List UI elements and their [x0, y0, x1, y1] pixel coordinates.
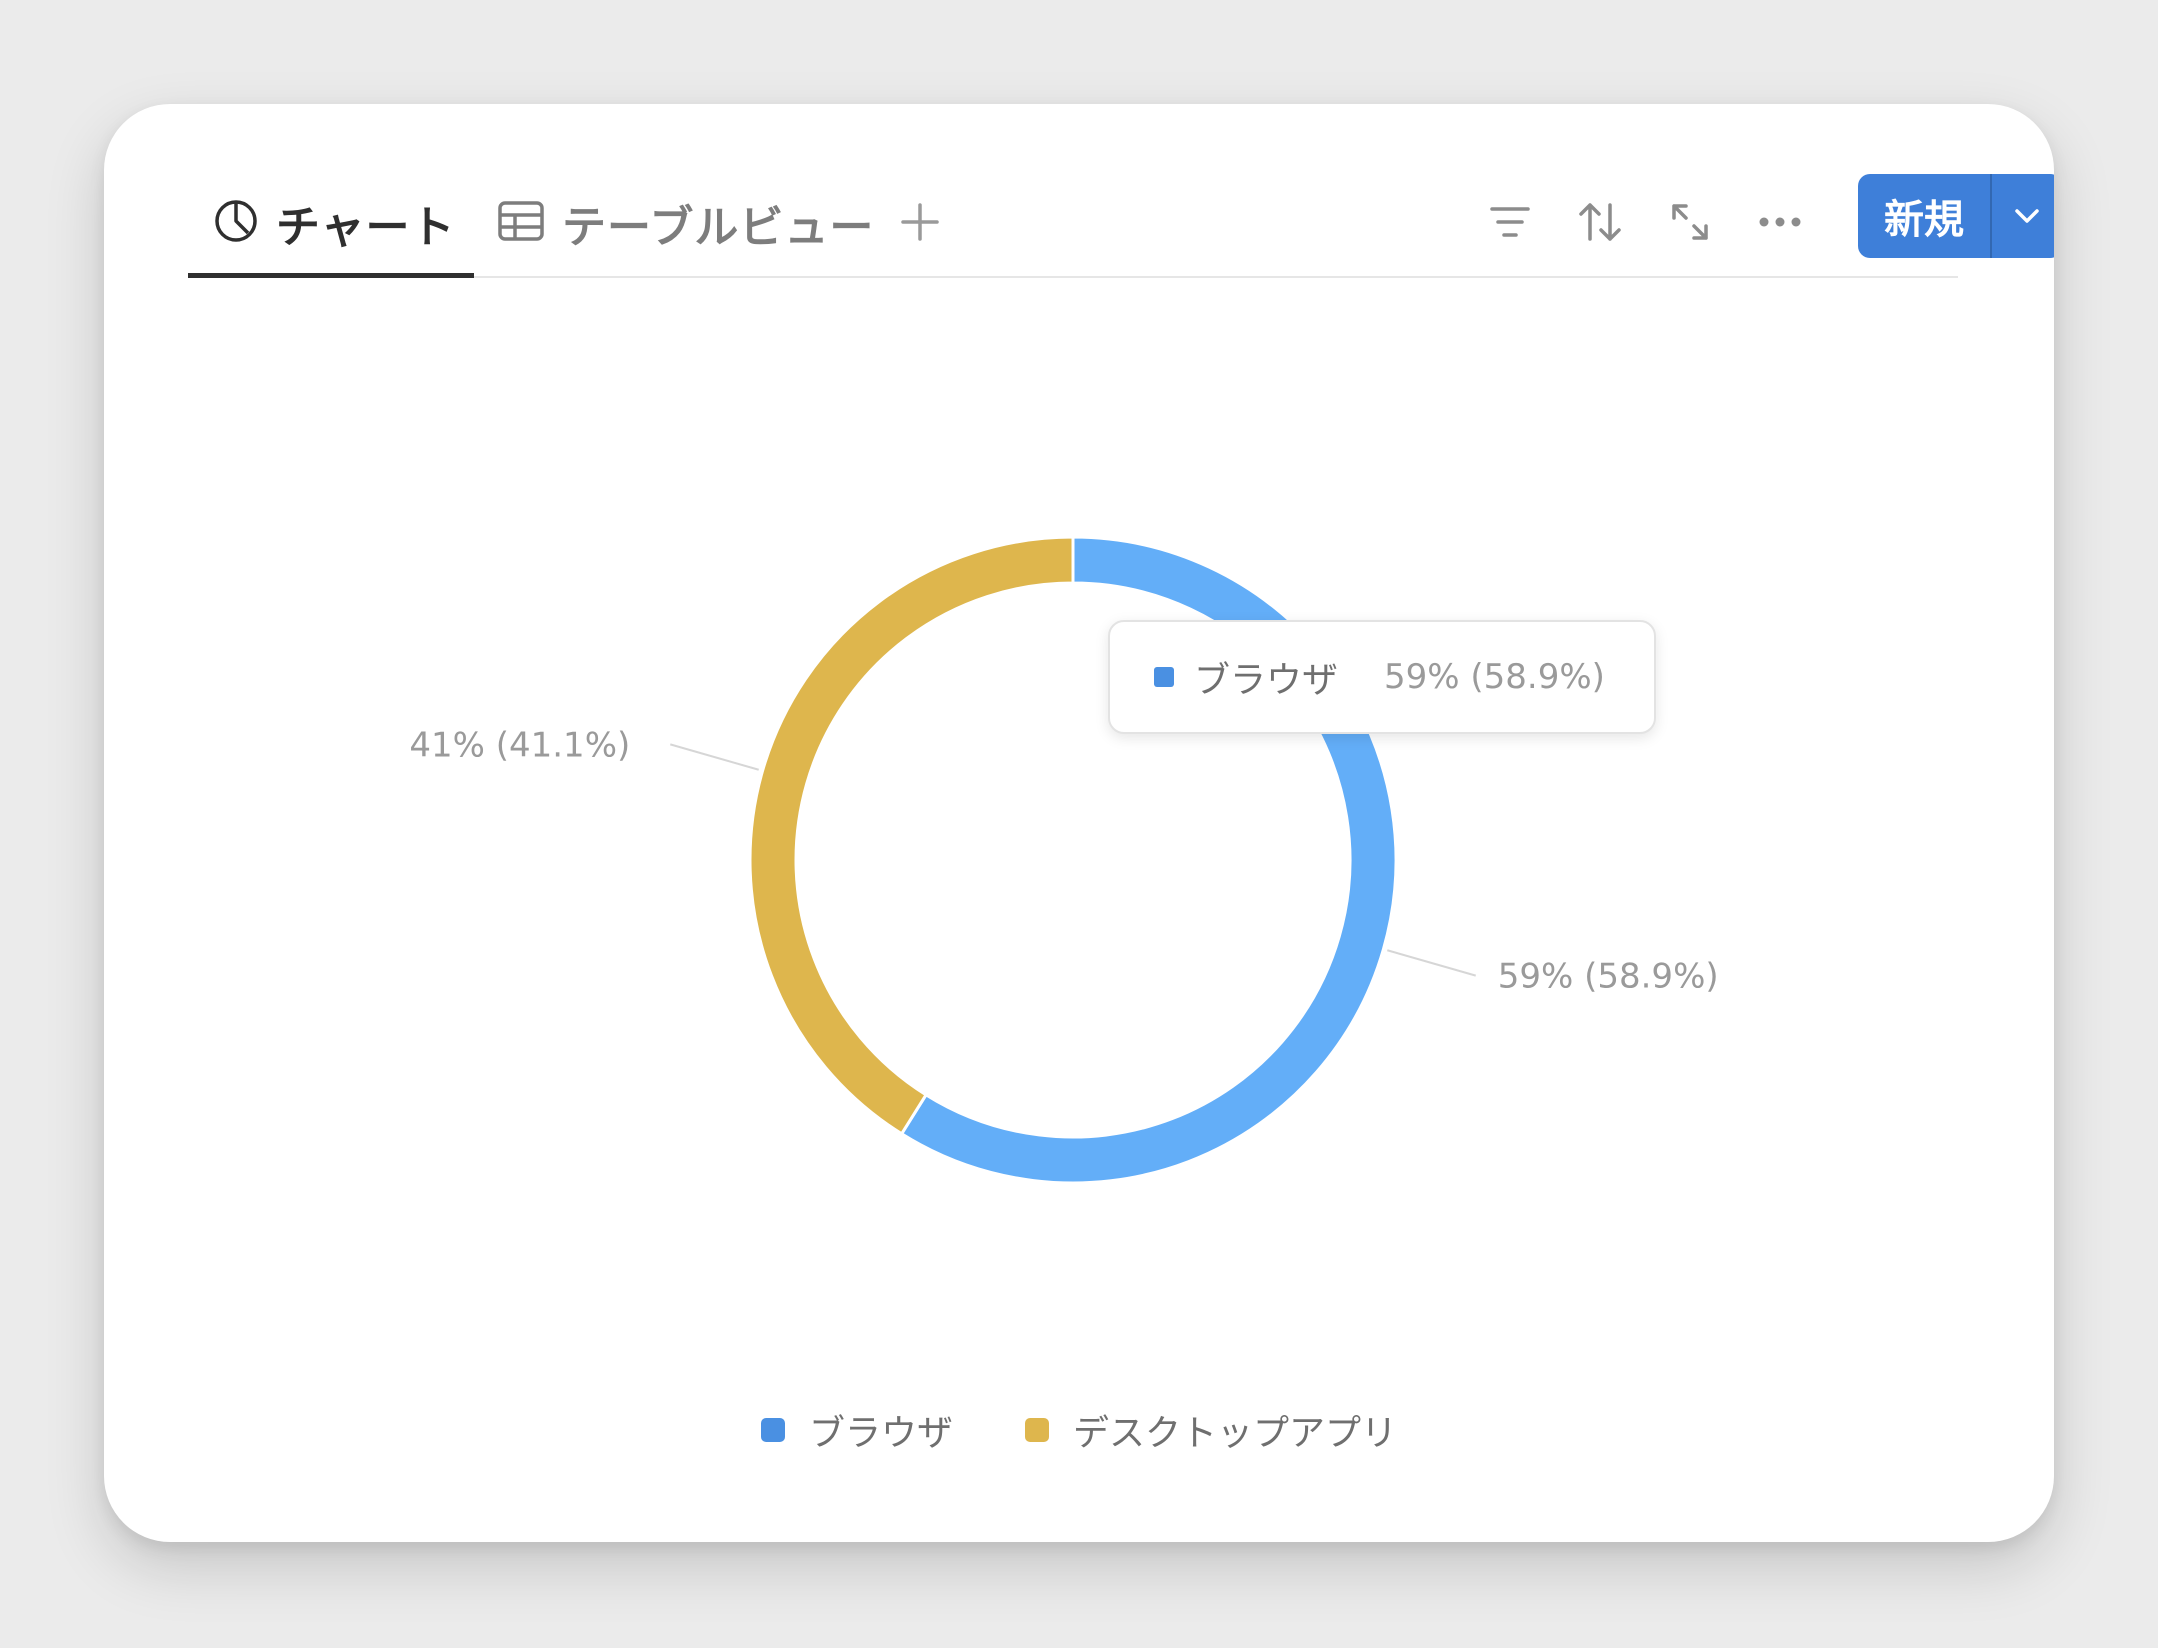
leader-line-desktop-app [669, 743, 759, 771]
slice-label-desktop-app: 41% (41.1%) [409, 725, 630, 765]
legend-label-desktop-app: デスクトップアプリ [1073, 1413, 1398, 1454]
legend-item-desktop-app[interactable]: デスクトップアプリ [1025, 1404, 1397, 1456]
leader-line-browser [1387, 949, 1477, 977]
donut-slice-desktop-app[interactable] [748, 535, 1075, 1136]
donut-chart: 59% (58.9%) 41% (41.1%) [409, 535, 1719, 1185]
tooltip-value: 59% (58.9%) [1384, 657, 1605, 697]
legend-item-browser[interactable]: ブラウザ [760, 1404, 953, 1456]
slice-label-browser: 59% (58.9%) [1498, 957, 1719, 997]
legend-swatch-desktop-app [1025, 1418, 1049, 1442]
chart-legend: ブラウザ デスクトップアプリ [104, 1404, 2054, 1456]
tooltip-swatch [1154, 667, 1174, 687]
chart-card: チャート テーブルビュー 新規 59% (58.9%) 41% (41.1%) … [104, 104, 2054, 1542]
tooltip-series-name: ブラウザ [1194, 660, 1339, 701]
legend-swatch-browser [760, 1418, 785, 1442]
legend-label-browser: ブラウザ [808, 1413, 953, 1454]
chart-tooltip: ブラウザ 59% (58.9%) [1108, 620, 1656, 734]
